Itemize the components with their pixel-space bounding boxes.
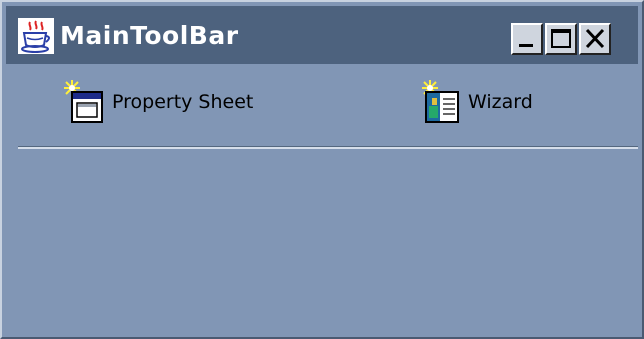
- property-sheet-label: Property Sheet: [112, 91, 254, 113]
- wizard-button[interactable]: Wizard: [418, 78, 533, 126]
- maximize-button[interactable]: [545, 23, 577, 55]
- wizard-label: Wizard: [468, 91, 533, 113]
- property-sheet-button[interactable]: Property Sheet: [62, 78, 253, 126]
- content-area: [6, 152, 638, 335]
- minimize-button[interactable]: [511, 23, 543, 55]
- new-property-sheet-icon: [62, 78, 106, 126]
- toolbar-separator: [18, 146, 638, 149]
- main-toolbar-window: MainToolBar Property Sheet Wizard: [0, 0, 644, 339]
- new-wizard-icon: [418, 78, 462, 126]
- window-title: MainToolBar: [60, 21, 239, 50]
- java-cup-icon[interactable]: [18, 18, 54, 54]
- main-toolbar: Property Sheet Wizard: [6, 68, 638, 138]
- title-bar[interactable]: MainToolBar: [6, 6, 638, 64]
- close-button[interactable]: [579, 23, 611, 55]
